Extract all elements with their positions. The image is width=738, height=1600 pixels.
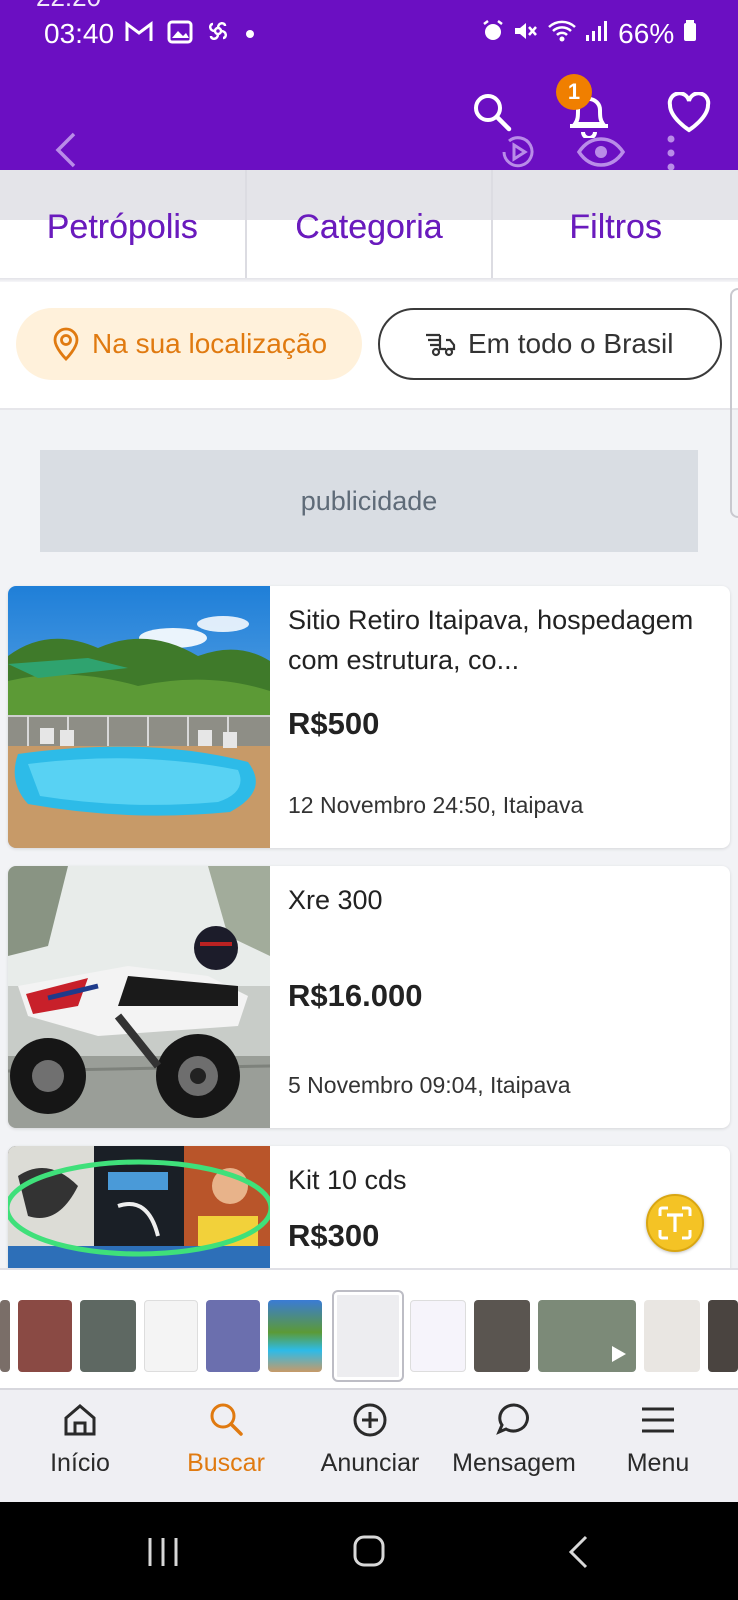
nav-search-label: Buscar	[187, 1449, 265, 1477]
nav-home[interactable]: Início	[10, 1400, 150, 1478]
screenshot-thumbnail[interactable]	[144, 1300, 198, 1372]
mute-icon	[514, 23, 537, 39]
nav-home-label: Início	[50, 1449, 110, 1477]
heart-icon[interactable]	[666, 92, 712, 134]
ad-label: publicidade	[300, 485, 438, 516]
tab-filters-overlay[interactable]: Filtros	[493, 170, 738, 278]
local-location-chip[interactable]: Na sua localização	[16, 308, 362, 380]
chat-icon	[496, 1403, 529, 1435]
text-scan-icon	[658, 1206, 692, 1240]
gallery-icon	[167, 20, 193, 44]
filter-tabs-labels: Petrópolis Categoria Filtros	[0, 170, 738, 278]
brazil-wide-chip[interactable]: Em todo o Brasil	[378, 308, 722, 380]
listing-price: R$16.000	[288, 978, 423, 1013]
nav-menu-label: Menu	[626, 1449, 690, 1477]
signal-icon	[586, 21, 608, 41]
dot-icon	[246, 30, 255, 38]
tab-filters-text: Filtros	[569, 208, 662, 246]
listing-photo-cds	[8, 1146, 270, 1270]
app-header: 22:20 03:40 66% 1	[0, 0, 738, 172]
tab-category-text: Categoria	[295, 208, 443, 246]
tab-city-overlay[interactable]: Petrópolis	[0, 170, 247, 278]
video-replay-icon[interactable]	[496, 132, 540, 172]
listing-price: R$500	[288, 706, 380, 741]
nav-menu[interactable]: Menu	[588, 1400, 728, 1478]
listing-photo-pool	[8, 586, 270, 848]
listing-price: R$300	[288, 1218, 380, 1253]
recent-apps-icon[interactable]	[146, 1536, 180, 1568]
system-back-icon[interactable]	[566, 1534, 590, 1570]
screenshot-thumbnail[interactable]	[474, 1300, 530, 1372]
search-icon[interactable]	[470, 90, 514, 134]
listing-title: Sitio Retiro Itaipava, hospedagem com es…	[288, 605, 694, 675]
system-navigation-bar	[0, 1502, 738, 1600]
nav-messages[interactable]: Mensagem	[444, 1400, 584, 1478]
status-right: 66%	[481, 18, 698, 50]
home-icon	[64, 1404, 96, 1436]
search-icon	[210, 1403, 243, 1436]
screenshot-thumbnail[interactable]	[268, 1300, 322, 1372]
delivery-truck-icon	[426, 333, 456, 357]
location-pin-icon	[53, 327, 79, 361]
ad-placeholder[interactable]: publicidade	[40, 450, 698, 552]
edge-panel-handle[interactable]	[730, 288, 738, 518]
tab-city-text: Petrópolis	[46, 208, 198, 246]
battery-icon	[684, 20, 696, 41]
listing-card[interactable]: Kit 10 cds R$300	[8, 1146, 730, 1270]
listing-card[interactable]: Sitio Retiro Itaipava, hospedagem com es…	[8, 586, 730, 848]
video-thumbnail[interactable]	[538, 1300, 636, 1372]
listing-title: Kit 10 cds	[288, 1165, 407, 1195]
notification-badge: 1	[556, 74, 592, 110]
status-clipped-time: 22:20	[36, 0, 101, 13]
local-location-label: Na sua localização	[92, 328, 328, 359]
screenshot-thumbnail[interactable]	[644, 1300, 700, 1372]
listing-photo-motorcycle	[8, 866, 270, 1128]
screenshot-thumbnail[interactable]	[410, 1300, 466, 1372]
nav-post-ad[interactable]: Anunciar	[300, 1400, 440, 1478]
screenshot-thumbnail[interactable]	[18, 1300, 72, 1372]
listing-meta: 5 Novembro 09:04, Itaipava	[288, 1072, 571, 1098]
listing-meta: 12 Novembro 24:50, Itaipava	[288, 792, 584, 818]
listing-card[interactable]: Xre 300 R$16.000 5 Novembro 09:04, Itaip…	[8, 866, 730, 1128]
status-time: 03:40	[44, 18, 115, 49]
nav-search[interactable]: Buscar	[156, 1400, 296, 1478]
status-notification-icons	[124, 18, 256, 51]
bottom-navigation: Início Buscar Anunciar Mensagem Menu	[0, 1388, 738, 1502]
tab-category-overlay[interactable]: Categoria	[247, 170, 494, 278]
nav-post-ad-label: Anunciar	[320, 1449, 420, 1477]
screenshot-thumbnail[interactable]	[206, 1300, 260, 1372]
screenshot-thumbnail[interactable]	[80, 1300, 136, 1372]
gmail-icon	[125, 21, 153, 41]
location-chips: Na sua localização Em todo o Brasil	[0, 282, 738, 410]
screenshot-thumbnail[interactable]	[708, 1300, 738, 1372]
alarm-icon	[483, 20, 503, 40]
screenshot-thumbnail[interactable]	[0, 1300, 10, 1372]
more-vertical-icon[interactable]	[664, 134, 678, 172]
pinwheel-icon	[209, 22, 228, 40]
menu-icon	[642, 1407, 674, 1433]
plus-circle-icon	[353, 1403, 387, 1437]
app-screen: 22:20 03:40 66% 1 Petrópolis Categoria F…	[0, 0, 738, 1600]
wifi-icon	[547, 20, 576, 42]
back-arrow-icon[interactable]	[52, 130, 82, 170]
text-capture-button[interactable]	[646, 1194, 704, 1252]
screenshot-thumbnail-selected[interactable]	[334, 1292, 402, 1380]
play-icon	[612, 1346, 626, 1362]
brazil-wide-label: Em todo o Brasil	[468, 328, 674, 359]
recent-screenshots-strip	[0, 1268, 738, 1388]
eye-icon[interactable]	[576, 136, 626, 168]
listing-title: Xre 300	[288, 885, 383, 915]
battery-percent: 66%	[618, 18, 675, 49]
nav-messages-label: Mensagem	[452, 1449, 576, 1477]
home-button-icon[interactable]	[352, 1534, 386, 1568]
